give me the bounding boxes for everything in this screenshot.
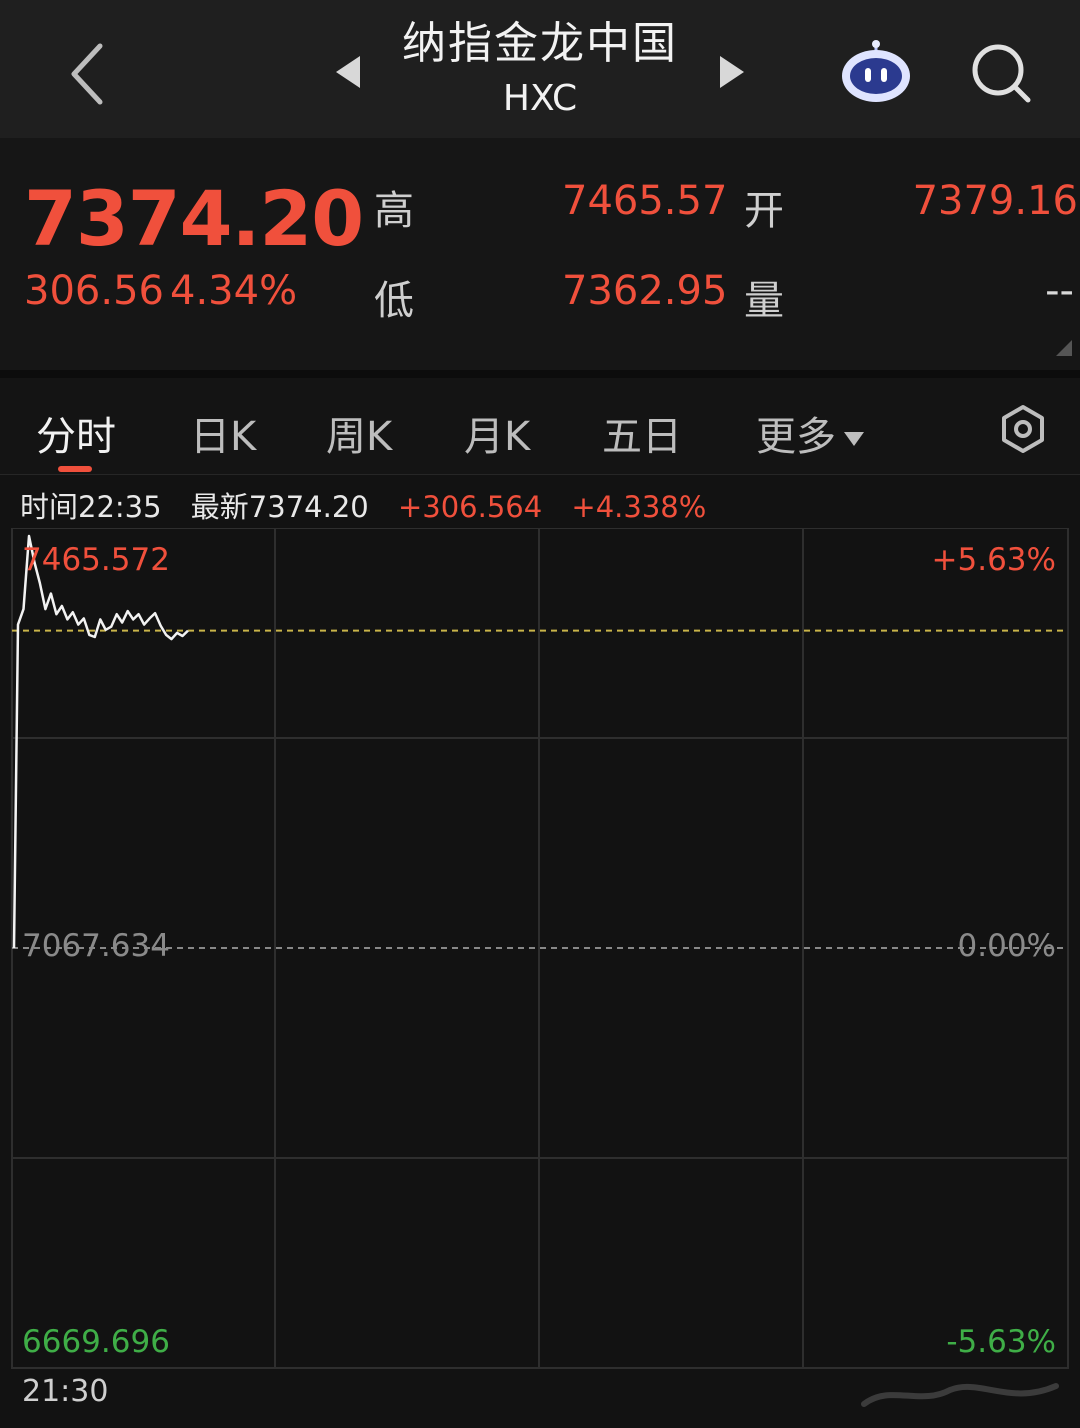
triangle-right-icon [720,56,744,88]
search-icon [972,44,1031,103]
current-price: 7374.20 [24,174,364,263]
expand-corner-icon[interactable] [1056,340,1072,356]
previous-stock-button[interactable] [328,48,368,96]
search-button[interactable] [968,40,1034,106]
y-max-label: 7465.572 [22,542,170,578]
page-title: 纳指金龙中国 [402,18,678,69]
back-button[interactable] [60,36,120,112]
volume-value: -- [1045,268,1074,314]
triangle-left-icon [336,56,360,88]
watermark-logo [861,1383,1059,1407]
pct-max-label: +5.63% [932,542,1056,578]
chart-settings-button[interactable] [998,404,1048,454]
section-divider [0,370,1080,378]
volume-label: 量 [744,278,784,324]
y-min-label: 6669.696 [22,1324,170,1360]
pct-min-label: -5.63% [946,1324,1056,1360]
intraday-chart[interactable]: 7465.572 +5.63% 7067.634 0.00% 6669.696 … [0,528,1080,1370]
low-value: 7362.95 [562,268,728,314]
info-time: 时间22:35 [20,490,162,524]
pct-mid-label: 0.00% [958,928,1056,964]
info-change: +306.564 [397,490,543,524]
price-change-percent: 4.34% [170,268,298,314]
next-stock-button[interactable] [712,48,752,96]
info-change-pct: +4.338% [571,490,707,524]
chevron-left-icon [71,43,103,105]
open-value: 7379.16 [912,178,1078,224]
tab-weekly-k[interactable]: 周K [326,404,392,462]
tab-monthly-k[interactable]: 月K [464,404,530,462]
open-label: 开 [744,188,784,234]
quote-panel: 7374.20 306.56 4.34% 高 7465.57 开 7379.16… [0,138,1080,370]
hexagon-settings-icon [1002,405,1044,453]
chart-period-tabs: 分时 日K 周K 月K 五日 更多 [0,378,1080,475]
tab-intraday[interactable]: 分时 [36,404,116,462]
x-start-time-label: 21:30 [22,1374,109,1409]
low-label: 低 [374,278,414,324]
top-nav-bar: 纳指金龙中国 HXC [0,0,1080,138]
caret-down-icon [844,432,864,446]
assistant-robot-button[interactable] [838,38,914,106]
robot-icon [842,40,910,102]
y-mid-label: 7067.634 [22,928,170,964]
active-tab-indicator [58,466,92,472]
price-change: 306.56 [24,268,164,314]
high-value: 7465.57 [562,178,728,224]
info-latest: 最新7374.20 [190,490,369,524]
stock-code: HXC [502,78,578,119]
tab-daily-k[interactable]: 日K [190,404,256,462]
high-label: 高 [374,188,414,234]
tab-five-day[interactable]: 五日 [602,404,682,462]
crosshair-info-bar: 时间22:35 最新7374.20 +306.564 +4.338% [20,484,726,524]
tab-more[interactable]: 更多 [756,404,864,462]
tab-more-label: 更多 [756,414,836,460]
price-line [12,534,189,949]
stock-title-block: 纳指金龙中国 HXC [380,14,700,122]
